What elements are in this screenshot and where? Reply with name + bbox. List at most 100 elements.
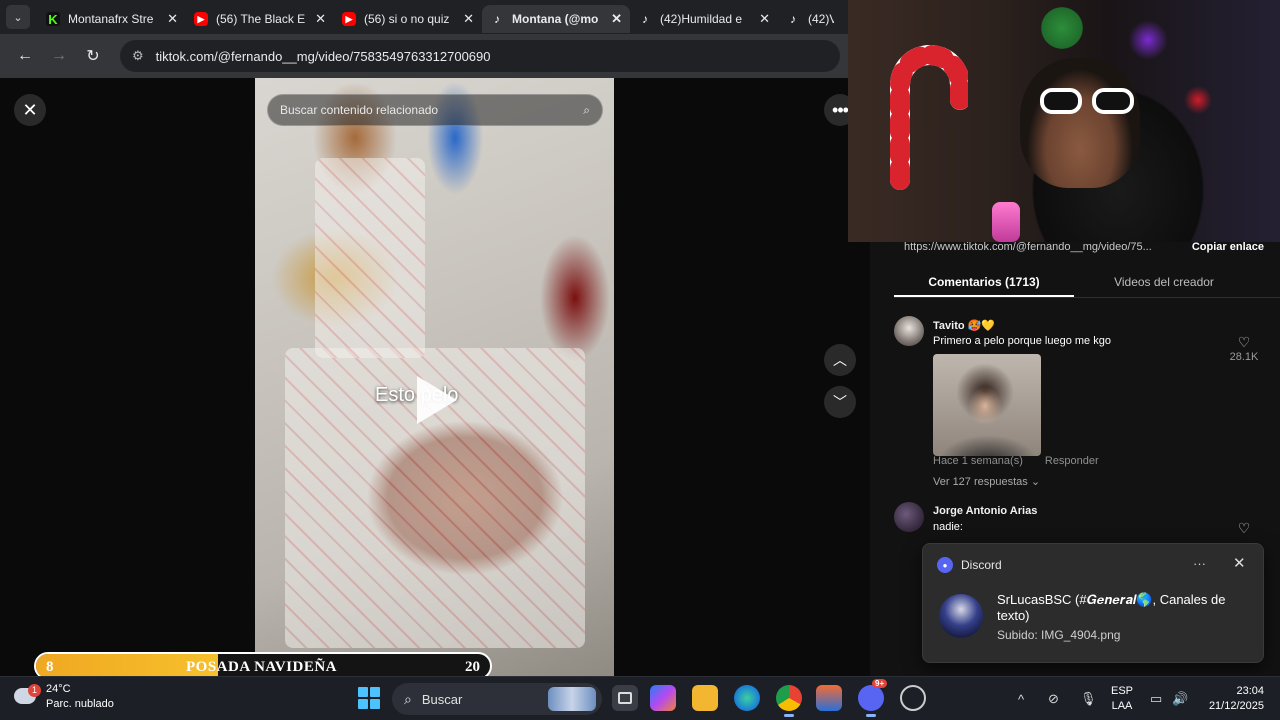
notification-app-name: Discord [961, 558, 1002, 572]
weather-desc: Parc. nublado [46, 698, 114, 710]
share-url[interactable]: https://www.tiktok.com/@fernando__mg/vid… [904, 241, 1152, 253]
comment-like[interactable]: ♡ [1224, 520, 1264, 537]
tab-tiktok-humildad[interactable]: ♪ (42)Humildad e ✕ [630, 5, 778, 33]
comment-time: Hace 1 semana(s) [933, 455, 1023, 467]
tab-close-icon[interactable]: ✕ [167, 11, 178, 27]
network-off-icon[interactable]: ⊘ [1048, 677, 1059, 720]
copilot-icon[interactable] [650, 685, 676, 711]
volume-icon[interactable]: 🔊 [1172, 677, 1188, 720]
goal-title: POSADA NAVIDEÑA [186, 659, 337, 675]
task-view-icon[interactable] [612, 685, 638, 711]
microphone-icon[interactable]: 🎙 [1080, 677, 1097, 720]
discord-notification[interactable]: ● Discord ··· ✕ SrLucasBSC (#𝑮𝒆𝒏𝒆𝒓𝒂𝒍🌎, C… [922, 543, 1264, 663]
system-clock[interactable]: 23:04 21/12/2025 [1196, 684, 1264, 714]
youtube-icon: ▶ [194, 12, 208, 26]
heart-icon[interactable]: ♡ [1224, 334, 1264, 351]
obs-icon[interactable] [900, 685, 926, 711]
tab-close-icon[interactable]: ✕ [611, 11, 622, 27]
browser-toolbar: ← → ↻ ⚙ tiktok.com/@fernando__mg/video/7… [0, 34, 848, 78]
microsoft-store-icon[interactable] [816, 685, 842, 711]
chevron-down-icon: ﹀ [833, 394, 847, 410]
avatar[interactable] [894, 316, 924, 346]
forward-arrow-icon[interactable]: → [46, 43, 72, 69]
notification-title: SrLucasBSC (#𝑮𝒆𝒏𝒆𝒓𝒂𝒍🌎, Canales de texto) [997, 592, 1226, 623]
clock-time: 23:04 [1236, 685, 1264, 697]
browser-tab-bar: ⌄ K Montanafrx Stre ✕ ▶ (56) The Black E… [0, 0, 848, 34]
comment-item: Tavito 🥵💛 Primero a pelo porque luego me… [894, 316, 1264, 496]
edge-icon[interactable] [734, 685, 760, 711]
previous-video-button[interactable]: ︿ [824, 344, 856, 376]
notification-header: ● Discord [937, 557, 1002, 573]
chevron-up-icon: ︿ [833, 352, 847, 368]
tab-youtube-black[interactable]: ▶ (56) The Black E ✕ [186, 5, 334, 33]
tab-close-icon[interactable]: ✕ [759, 11, 770, 27]
streamer-face [1020, 58, 1140, 188]
tab-montanafrx[interactable]: K Montanafrx Stre ✕ [38, 5, 186, 33]
goal-current: 8 [46, 659, 54, 675]
chrome-icon[interactable] [776, 685, 802, 717]
tab-creator-videos[interactable]: Videos del creador [1074, 268, 1254, 297]
tab-tiktok-montana[interactable]: ♪ Montana (@mo ✕ [482, 5, 630, 33]
url-text: tiktok.com/@fernando__mg/video/758354976… [155, 48, 491, 64]
tab-youtube-quiz[interactable]: ▶ (56) si o no quiz ✕ [334, 5, 482, 33]
share-link-row: https://www.tiktok.com/@fernando__mg/vid… [904, 238, 1264, 256]
comment-image[interactable] [933, 354, 1041, 456]
clock-date: 21/12/2025 [1208, 700, 1264, 712]
more-horizontal-icon[interactable]: ··· [1193, 556, 1206, 571]
weather-widget[interactable]: 1 24°C Parc. nublado [14, 682, 114, 712]
tab-title: (42)Vide [808, 12, 834, 26]
copy-link-button[interactable]: Copiar enlace [1192, 241, 1264, 253]
weather-temp: 24°C [46, 683, 71, 695]
tab-close-icon[interactable]: ✕ [315, 11, 326, 27]
comments-tabs: Comentarios (1713) Videos del creador [894, 268, 1280, 298]
close-icon[interactable]: ✕ [1233, 554, 1246, 572]
input-language[interactable]: ESP LAA [1104, 684, 1140, 714]
next-video-button[interactable]: ﹀ [824, 386, 856, 418]
search-icon: ⌕ [404, 690, 412, 707]
glasses-decoration [1040, 88, 1138, 116]
comment-username[interactable]: Tavito 🥵💛 [933, 319, 995, 332]
url-bar[interactable]: ⚙ tiktok.com/@fernando__mg/video/7583549… [120, 40, 840, 72]
microphone-decoration [992, 202, 1020, 242]
site-settings-icon[interactable]: ⚙ [132, 48, 144, 64]
chevron-down-icon: ⌄ [13, 11, 23, 24]
video-player[interactable]: Buscar contenido relacionado ⌕ Esto pelo [255, 78, 614, 676]
lang-layout: LAA [1111, 700, 1133, 712]
screen: ⌄ K Montanafrx Stre ✕ ▶ (56) The Black E… [0, 0, 1280, 720]
tab-comments[interactable]: Comentarios (1713) [894, 268, 1074, 297]
comment-item: Jorge Antonio Arias nadie: ♡ [894, 502, 1264, 542]
notification-subtitle: Subido: IMG_4904.png [997, 628, 1121, 642]
tab-title: Montana (@mo [512, 12, 599, 26]
search-icon[interactable]: ⌕ [583, 103, 590, 118]
avatar [939, 594, 983, 638]
close-icon: ✕ [22, 99, 38, 120]
tiktok-icon: ♪ [790, 12, 796, 26]
display-icon[interactable]: ▭ [1150, 677, 1162, 720]
heart-icon[interactable]: ♡ [1224, 520, 1264, 537]
comment-like[interactable]: ♡ 28.1K [1224, 334, 1264, 363]
tab-close-icon[interactable]: ✕ [463, 11, 474, 27]
comment-username[interactable]: Jorge Antonio Arias [933, 505, 1037, 517]
discord-taskbar-icon[interactable]: 9+ [858, 679, 888, 717]
close-video-button[interactable]: ✕ [14, 94, 46, 126]
comment-text: Primero a pelo porque luego me kgo [933, 335, 1111, 347]
play-icon[interactable] [417, 376, 457, 424]
taskbar-search[interactable]: ⌕ Buscar [392, 683, 602, 715]
reply-button[interactable]: Responder [1045, 455, 1099, 467]
tab-title: (42)Humildad e [660, 12, 743, 26]
tab-title: (56) si o no quiz [364, 12, 450, 26]
comment-text: nadie: [933, 521, 963, 533]
view-replies-button[interactable]: Ver 127 respuestas ⌄ [933, 475, 1040, 488]
lang-code: ESP [1110, 685, 1133, 697]
tray-expand-icon[interactable]: ^ [1018, 677, 1024, 720]
file-explorer-icon[interactable] [692, 685, 718, 711]
avatar[interactable] [894, 502, 924, 532]
tab-tiktok-video[interactable]: ♪ (42)Vide [778, 5, 842, 33]
tab-title: Montanafrx Stre [68, 12, 154, 26]
tab-search-button[interactable]: ⌄ [6, 5, 30, 29]
related-search-input[interactable]: Buscar contenido relacionado ⌕ [267, 94, 603, 126]
back-arrow-icon[interactable]: ← [12, 43, 38, 69]
windows-start-icon[interactable] [358, 687, 380, 709]
reload-icon[interactable]: ↻ [80, 43, 106, 69]
discord-icon: ● [937, 557, 953, 573]
